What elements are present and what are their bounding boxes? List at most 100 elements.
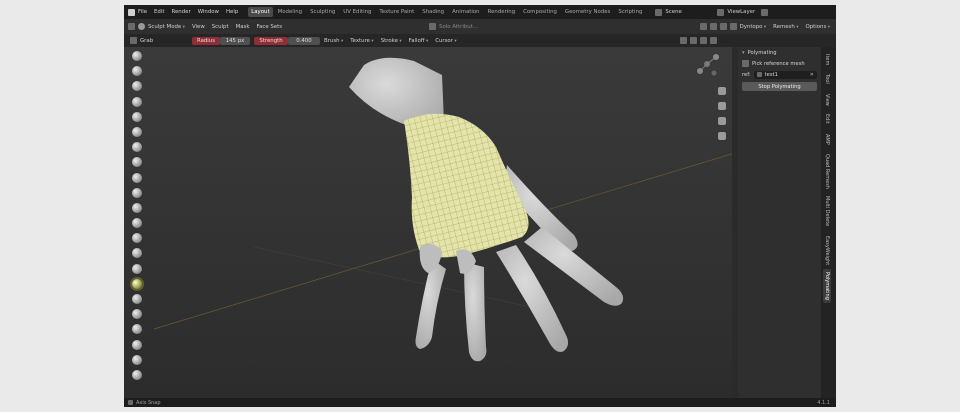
tab-sculpting[interactable]: Sculpting	[307, 7, 338, 17]
pick-reference-row[interactable]: Pick reference mesh	[738, 58, 821, 69]
pick-icon	[742, 60, 749, 67]
menu-render[interactable]: Render	[171, 9, 190, 15]
gizmo-icon[interactable]	[710, 37, 717, 44]
radius-label[interactable]: Radius	[192, 36, 220, 45]
nudge-brush-icon[interactable]	[132, 354, 142, 365]
tab-quad-remesh[interactable]: Quad Remesh	[823, 151, 831, 192]
remesh-menu[interactable]: Remesh	[773, 24, 798, 30]
tab-compositing[interactable]: Compositing	[520, 7, 560, 17]
viewport-nav-buttons	[715, 87, 729, 147]
scene-icon	[655, 8, 663, 16]
camera-icon[interactable]	[718, 117, 726, 125]
hand-pan-icon[interactable]	[718, 102, 726, 110]
view-layer-name[interactable]: ViewLayer	[727, 9, 761, 15]
pinch-brush-icon[interactable]	[132, 263, 142, 274]
mode-selector[interactable]: Sculpt Mode	[148, 24, 185, 30]
flatten-brush-icon[interactable]	[132, 202, 142, 213]
tab-easyweight[interactable]: EasyWeight	[823, 233, 831, 268]
multiplane-scrape-brush-icon[interactable]	[132, 248, 142, 259]
3d-viewport[interactable]	[124, 47, 732, 398]
sculpt-mode-icon	[138, 23, 145, 30]
clay-thumb-brush-icon[interactable]	[132, 111, 142, 122]
draw-brush-icon[interactable]	[132, 51, 142, 61]
brush-menu[interactable]: Brush	[324, 38, 343, 44]
mirror-z-icon[interactable]	[700, 37, 707, 44]
tab-tool[interactable]: Tool	[823, 71, 831, 87]
radius-value[interactable]: 145 px	[220, 36, 250, 45]
lock-icon[interactable]	[719, 23, 727, 30]
cursor-menu[interactable]: Cursor	[435, 38, 456, 44]
tab-scripting[interactable]: Scripting	[615, 7, 645, 17]
mesh-icon	[756, 72, 762, 77]
menu-view[interactable]: View	[192, 24, 205, 30]
options-menu[interactable]: Options	[805, 24, 830, 30]
menu-sculpt[interactable]: Sculpt	[212, 24, 229, 30]
ref-field[interactable]: test1 ✕	[753, 70, 817, 79]
mirror-y-icon[interactable]	[690, 37, 697, 44]
inflate-brush-icon[interactable]	[132, 142, 142, 153]
grab-tool-icon	[130, 37, 137, 44]
editor-type-icon[interactable]	[128, 23, 135, 30]
scene-name[interactable]: Scene	[665, 9, 709, 15]
ring-finger	[464, 262, 487, 362]
crease-brush-icon[interactable]	[132, 172, 142, 183]
tab-amp[interactable]: AMP	[823, 131, 831, 148]
symmetry-icon[interactable]	[709, 23, 717, 30]
scrape-brush-icon[interactable]	[132, 233, 142, 244]
viewlayer-options-icon[interactable]	[761, 8, 769, 16]
layer-brush-icon[interactable]	[132, 126, 142, 137]
sculpt-scene	[153, 57, 732, 362]
strength-label[interactable]: Strength	[254, 36, 288, 45]
draw-sharp-brush-icon[interactable]	[132, 66, 142, 77]
menu-edit[interactable]: Edit	[154, 9, 164, 15]
tab-multi-delete[interactable]: Multi Delete	[823, 193, 831, 229]
grid-icon[interactable]	[718, 132, 726, 140]
zoom-icon[interactable]	[718, 87, 726, 95]
tab-texture-paint[interactable]: Texture Paint	[376, 7, 417, 17]
navigation-gizmo[interactable]	[692, 49, 722, 79]
rotate-brush-icon[interactable]	[132, 369, 142, 380]
tab-rendering[interactable]: Rendering	[485, 7, 519, 17]
tab-uv-editing[interactable]: UV Editing	[340, 7, 374, 17]
falloff-menu[interactable]: Falloff	[409, 38, 429, 44]
clear-icon[interactable]: ✕	[810, 72, 814, 78]
tab-shading[interactable]: Shading	[419, 7, 447, 17]
dyntopo-menu[interactable]: Dyntopo	[740, 24, 767, 30]
menu-file[interactable]: File	[138, 9, 147, 15]
menu-face-sets[interactable]: Face Sets	[256, 24, 282, 30]
tab-animation[interactable]: Animation	[449, 7, 482, 17]
tool-settings-bar: Grab Radius 145 px Strength 0.400 Brush …	[124, 34, 836, 47]
dyntopo-icon[interactable]	[729, 23, 737, 30]
tab-layout[interactable]: Layout	[248, 7, 273, 17]
blender-window: File Edit Render Window Help Layout Mode…	[124, 5, 836, 407]
clay-brush-icon[interactable]	[132, 81, 142, 92]
mirror-x-icon[interactable]	[680, 37, 687, 44]
fill-brush-icon[interactable]	[132, 218, 142, 229]
blender-logo-icon[interactable]	[128, 8, 135, 16]
tab-modeling[interactable]: Modeling	[275, 7, 306, 17]
grab-brush-icon[interactable]	[132, 278, 142, 289]
tab-edit[interactable]: Edit	[823, 111, 831, 127]
attribute-field[interactable]: Solo Attribut...	[429, 23, 478, 30]
smooth-brush-icon[interactable]	[132, 187, 142, 198]
brush-icon[interactable]	[699, 23, 707, 30]
tab-geometry-nodes[interactable]: Geometry Nodes	[562, 7, 613, 17]
clay-strips-brush-icon[interactable]	[132, 96, 142, 107]
menu-window[interactable]: Window	[198, 9, 219, 15]
strength-value[interactable]: 0.400	[288, 36, 320, 45]
snake-hook-brush-icon[interactable]	[132, 309, 142, 320]
tab-view[interactable]: View	[823, 91, 831, 109]
tab-polymating[interactable]: Polymating	[823, 269, 831, 303]
texture-menu[interactable]: Texture	[350, 38, 373, 44]
stroke-menu[interactable]: Stroke	[381, 38, 402, 44]
pose-brush-icon[interactable]	[132, 339, 142, 350]
menu-mask[interactable]: Mask	[236, 24, 250, 30]
menu-help[interactable]: Help	[226, 9, 238, 15]
blob-brush-icon[interactable]	[132, 157, 142, 168]
thumb-brush-icon[interactable]	[132, 324, 142, 335]
elastic-deform-brush-icon[interactable]	[132, 294, 142, 304]
stop-polymating-button[interactable]: Stop Polymating	[742, 82, 817, 91]
tab-item[interactable]: Item	[823, 51, 831, 68]
sidebar-tabs: Item Tool View Edit AMP Quad Remesh Mult…	[821, 47, 836, 398]
panel-header[interactable]: ▾ Polymating	[738, 47, 821, 58]
